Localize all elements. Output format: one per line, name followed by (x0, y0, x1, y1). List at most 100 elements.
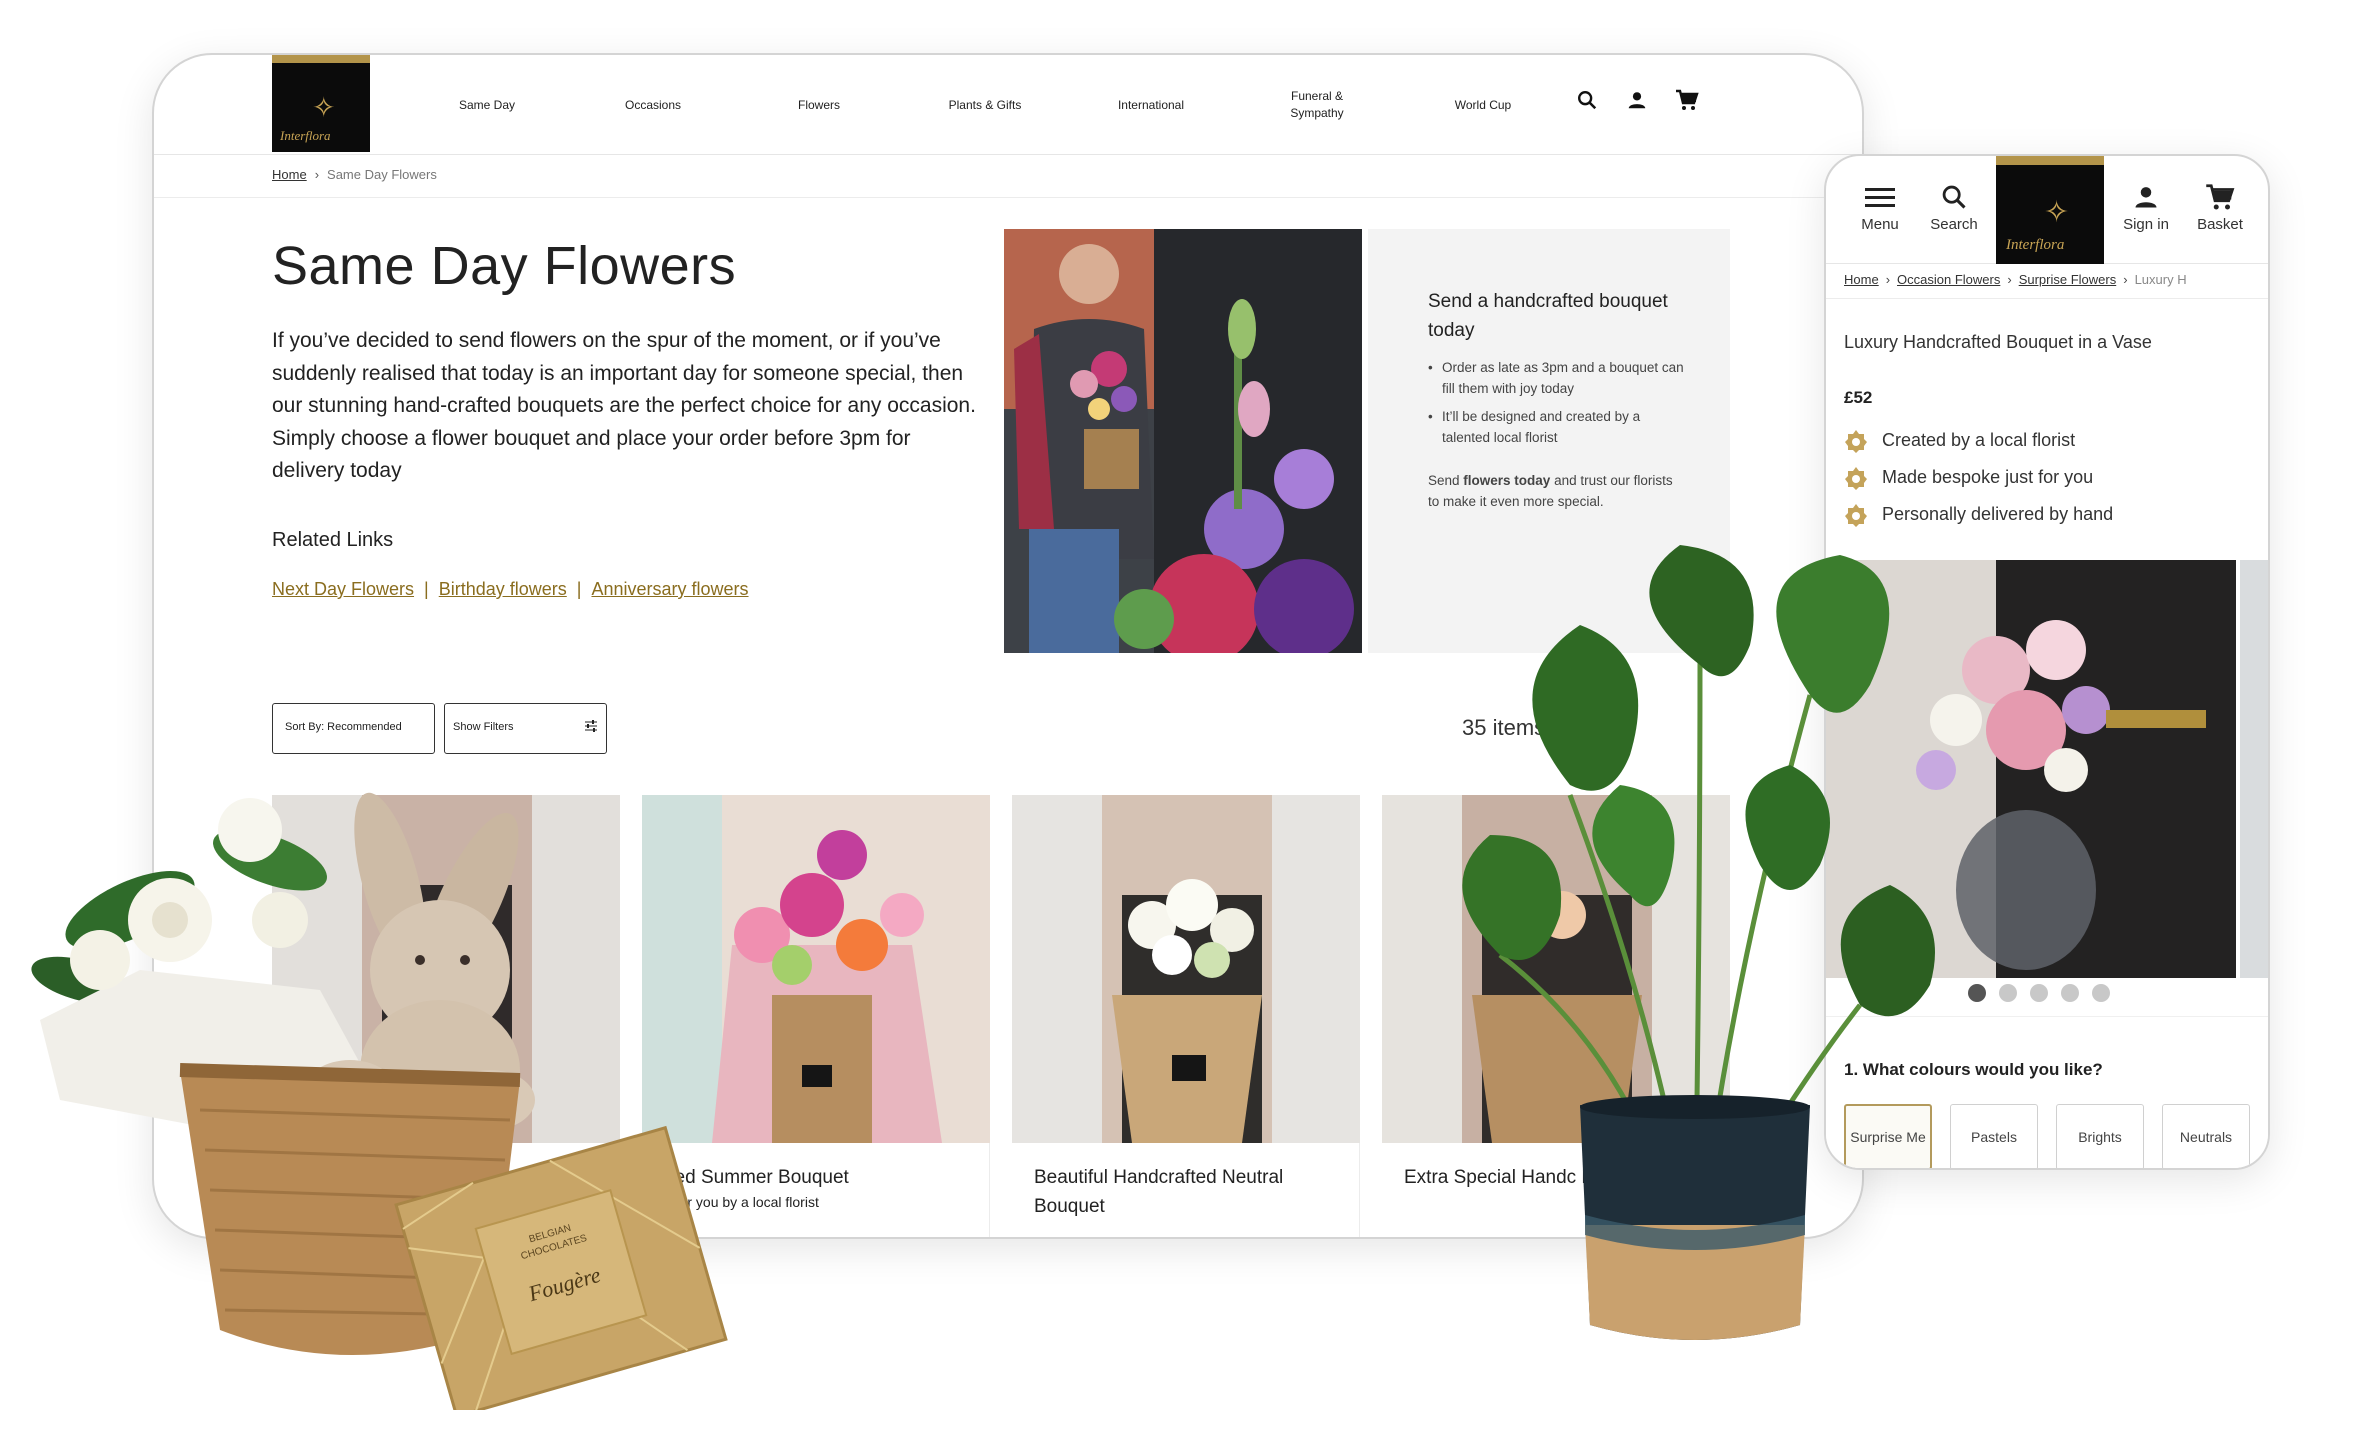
product-price: £52 (1844, 388, 1873, 407)
product-image (272, 795, 620, 1143)
colour-option-brights[interactable]: Brights (2056, 1104, 2144, 1168)
interflora-logo[interactable]: ✧ Interflora (1996, 156, 2104, 264)
link-anniversary-flowers[interactable]: Anniversary flowers (591, 579, 748, 599)
product-card[interactable]: Beautiful Handcrafted Neutral Bouquet (1012, 795, 1360, 1237)
next-gallery-image-peek[interactable] (2240, 560, 2268, 978)
basket-label: Basket (2197, 216, 2243, 233)
link-next-day-flowers[interactable]: Next Day Flowers (272, 579, 414, 599)
mobile-search-button[interactable]: Search (1916, 156, 1992, 264)
promo-paragraph: Send flowers today and trust our florist… (1428, 470, 1684, 512)
product-name (272, 1143, 620, 1163)
product-gallery-image[interactable] (1826, 560, 2236, 978)
nav-international[interactable]: International (1068, 97, 1234, 114)
breadcrumb-occasion-flowers[interactable]: Occasion Flowers (1897, 272, 2000, 287)
gallery-dot[interactable] (2061, 984, 2079, 1002)
desktop-browser-frame: ✧ Interflora Same Day Occasions Flowers … (152, 53, 1864, 1239)
mobile-signin-button[interactable]: Sign in (2108, 156, 2184, 264)
intro-text: If you’ve decided to send flowers on the… (272, 329, 976, 482)
breadcrumb-separator: › (2007, 272, 2012, 287)
clear-filters-link[interactable]: Clear (1574, 715, 1627, 741)
usp-item: Made bespoke just for you (1844, 459, 2113, 496)
gallery-dot[interactable] (2030, 984, 2048, 1002)
product-name: Extra Special Handc Bouquet (1404, 1167, 1653, 1188)
product-card[interactable]: Extra Special Handc Bouquet (1382, 795, 1730, 1237)
product-image (1382, 795, 1730, 1143)
nav-plants-gifts[interactable]: Plants & Gifts (902, 97, 1068, 114)
breadcrumb-divider (1826, 298, 2268, 299)
mobile-menu-button[interactable]: Menu (1842, 156, 1918, 264)
link-birthday-flowers[interactable]: Birthday flowers (439, 579, 567, 599)
usp-text: Created by a local florist (1882, 430, 2076, 450)
product-subtitle: d for you by a local florist (664, 1194, 819, 1210)
sort-dropdown[interactable]: Sort By: Recommended (272, 703, 435, 754)
card-divider (1359, 1143, 1360, 1237)
product-name: Beautiful Handcrafted Neutral Bouquet (1034, 1167, 1284, 1217)
item-count: 35 items (1462, 715, 1546, 740)
colour-option-surprise-me[interactable]: Surprise Me (1844, 1104, 1932, 1168)
breadcrumb-home[interactable]: Home (272, 167, 307, 182)
filter-label: Show Filters (453, 721, 514, 733)
account-icon[interactable] (1624, 87, 1650, 113)
breadcrumb-divider (154, 197, 1862, 198)
product-card[interactable]: fted Summer Bouquet d for you by a local… (642, 795, 990, 1237)
product-card[interactable] (272, 795, 620, 1237)
gold-flower-badge-icon (1845, 503, 1867, 527)
header-icons (1574, 87, 1700, 113)
hamburger-menu-icon (1842, 182, 1918, 212)
hero-photo-man-with-bouquet (1004, 229, 1362, 653)
promo-bold-text: flowers today (1463, 473, 1551, 488)
nav-world-cup[interactable]: World Cup (1400, 97, 1566, 114)
page-title: Same Day Flowers (272, 236, 737, 296)
gallery-dot[interactable] (1999, 984, 2017, 1002)
gallery-pagination (1968, 984, 2110, 1002)
menu-label: Menu (1861, 216, 1899, 233)
mercury-logo-icon: ✧ (312, 92, 336, 123)
account-icon (2108, 182, 2184, 212)
breadcrumb-current: Luxury H (2134, 272, 2187, 287)
product-title: Luxury Handcrafted Bouquet in a Vase (1844, 332, 2152, 352)
promo-text: Send (1428, 473, 1464, 488)
colour-option-pastels[interactable]: Pastels (1950, 1104, 2038, 1168)
gold-flower-badge-icon (1845, 466, 1867, 490)
filter-sliders-icon (584, 720, 598, 735)
product-name: fted Summer Bouquet (664, 1167, 849, 1188)
nav-flowers[interactable]: Flowers (736, 97, 902, 114)
mobile-header: Menu Search ✧ Interflora Sign in Basket (1826, 156, 2268, 264)
search-icon (1916, 182, 1992, 212)
interflora-logo[interactable]: ✧ Interflora (272, 55, 370, 152)
promo-panel: Send a handcrafted bouquet today Order a… (1368, 229, 1730, 653)
search-label: Search (1930, 216, 1978, 233)
related-links-heading: Related Links (272, 529, 394, 551)
nav-same-day[interactable]: Same Day (404, 97, 570, 114)
basket-icon (2182, 182, 2258, 212)
signin-label: Sign in (2123, 216, 2169, 233)
colour-question: 1. What colours would you like? (1844, 1060, 2103, 1079)
link-separator: | (576, 579, 582, 599)
mobile-basket-button[interactable]: Basket (2182, 156, 2258, 264)
usp-item: Personally delivered by hand (1844, 496, 2113, 533)
promo-bullet: Order as late as 3pm and a bouquet can f… (1428, 357, 1684, 399)
breadcrumb-home[interactable]: Home (1844, 272, 1879, 287)
related-links: Next Day Flowers | Birthday flowers | Annive… (272, 579, 749, 600)
nav-occasions[interactable]: Occasions (570, 97, 736, 114)
main-navigation: Same Day Occasions Flowers Plants & Gift… (404, 55, 1566, 155)
promo-bullet: It’ll be designed and created by a talen… (1428, 406, 1684, 448)
breadcrumb-surprise-flowers[interactable]: Surprise Flowers (2019, 272, 2117, 287)
basket-icon[interactable] (1674, 87, 1700, 113)
nav-funeral-sympathy[interactable]: Funeral & Sympathy (1234, 88, 1400, 122)
colour-options: Surprise Me Pastels Brights Neutrals (1844, 1104, 2250, 1168)
gold-flower-badge-icon (1845, 429, 1867, 453)
promo-heading: Send a handcrafted bouquet today (1428, 291, 1668, 341)
show-filters-button[interactable]: Show Filters (444, 703, 607, 754)
gallery-dot[interactable] (2092, 984, 2110, 1002)
usp-text: Personally delivered by hand (1882, 504, 2114, 524)
search-icon[interactable] (1574, 87, 1600, 113)
mercury-logo-icon: ✧ (2044, 196, 2070, 229)
chocolate-box-brand: Fougère (525, 1262, 604, 1307)
usp-text: Made bespoke just for you (1882, 467, 2094, 487)
breadcrumb: Home › Same Day Flowers (272, 167, 437, 182)
gallery-dot[interactable] (1968, 984, 1986, 1002)
breadcrumb-current: Same Day Flowers (327, 167, 437, 182)
breadcrumb-separator: › (1885, 272, 1891, 287)
colour-option-neutrals[interactable]: Neutrals (2162, 1104, 2250, 1168)
